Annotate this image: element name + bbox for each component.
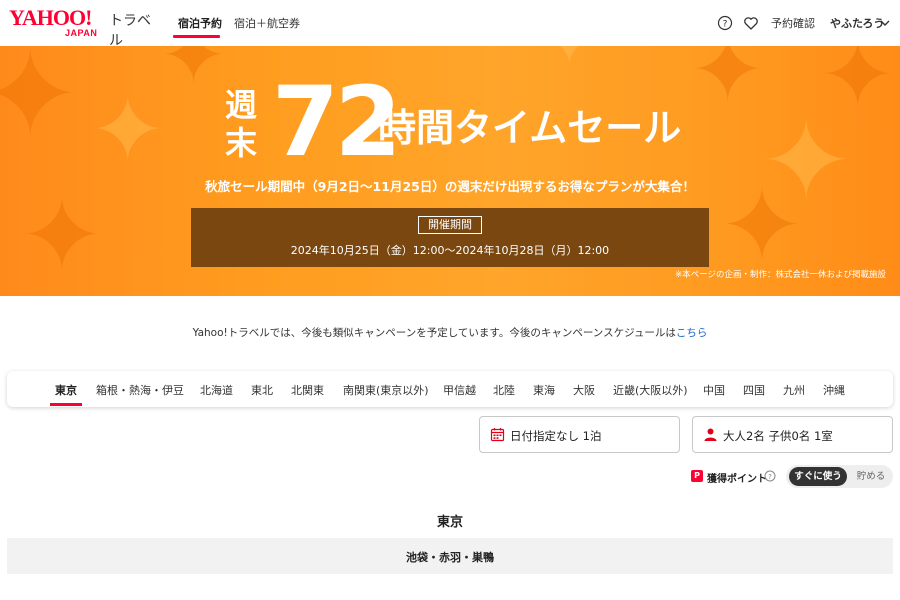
region-tab-tohoku[interactable]: 東北: [251, 382, 273, 398]
section-title: 東京: [436, 515, 463, 530]
svg-text:?: ?: [768, 473, 772, 481]
period-label: 開催期間: [418, 216, 482, 234]
region-tab-bar: 東京 箱根・熱海・伊豆 北海道 東北 北関東 南関東(東京以外) 甲信越 北陸 …: [7, 371, 893, 407]
area-accordion-row[interactable]: 池袋・赤羽・巣鴨: [7, 538, 893, 574]
points-usage-toggle: すぐに使う 貯める: [786, 465, 893, 488]
region-tab-osaka[interactable]: 大阪: [573, 382, 595, 398]
reservation-check-link[interactable]: 予約確認: [771, 15, 815, 31]
calendar-icon: [490, 428, 505, 442]
region-tab-minamikanto[interactable]: 南関東(東京以外): [343, 382, 429, 398]
maple-leaf-icon: ✦: [20, 177, 104, 294]
help-circle-icon[interactable]: ?: [717, 15, 733, 31]
date-select-value: 日付指定なし 1泊: [510, 429, 602, 443]
person-icon: [704, 428, 717, 441]
chevron-down-icon[interactable]: [879, 17, 891, 29]
headline-time-sale: 時間タイムセール: [378, 106, 682, 150]
area-label: 池袋・赤羽・巣鴨: [406, 551, 494, 564]
region-tab-kitakanto[interactable]: 北関東: [291, 382, 324, 398]
banner-note: ※本ページの企画・制作：株式会社一休および掲載施設: [675, 270, 886, 280]
user-name-menu[interactable]: やふたろう: [830, 15, 884, 31]
region-tab-tokai[interactable]: 東海: [533, 382, 555, 398]
logo-japan-text: JAPAN: [65, 28, 98, 38]
logo-yahoo-text: YAHOO!: [9, 5, 92, 30]
region-tab-hokkaido[interactable]: 北海道: [200, 382, 233, 398]
region-tab-chugoku[interactable]: 中国: [703, 382, 725, 398]
date-select-field[interactable]: 日付指定なし 1泊: [479, 416, 680, 453]
region-tab-kyushu[interactable]: 九州: [783, 382, 805, 398]
banner-subline: 秋旅セール期間中（9月2日〜11月25日）の週末だけ出現するお得なプランが大集合…: [205, 179, 695, 194]
region-tab-kinki[interactable]: 近畿(大阪以外): [613, 382, 688, 398]
heart-icon[interactable]: [743, 15, 759, 31]
points-save-option[interactable]: 貯める: [852, 467, 890, 486]
points-label: 獲得ポイント: [707, 474, 767, 485]
region-tab-hakone[interactable]: 箱根・熱海・伊豆: [96, 382, 184, 398]
time-sale-banner: ✦ ✦ ✦ ✦ ✦ ✦ ✦ ✦ ✦ 週 末 72 時間タイムセール 秋旅セール期…: [0, 46, 900, 296]
headline-weekend-2: 末: [225, 124, 258, 162]
guests-select-value: 大人2名 子供0名 1室: [723, 429, 833, 443]
tab-hotel-flight[interactable]: 宿泊＋航空券: [234, 15, 300, 31]
period-dates: 2024年10月25日（金）12:00〜2024年10月28日（月）12:00: [290, 244, 610, 257]
logo-service-text: トラベル: [109, 13, 151, 49]
campaign-notice: Yahoo!トラベルでは、今後も類似キャンペーンを予定しています。今後のキャンペ…: [0, 325, 900, 340]
headline-weekend-1: 週: [225, 86, 258, 124]
active-region-indicator: [50, 403, 82, 406]
region-tab-okinawa[interactable]: 沖縄: [823, 382, 845, 398]
region-tab-koshinetsu[interactable]: 甲信越: [443, 382, 476, 398]
points-use-now-option[interactable]: すぐに使う: [789, 467, 847, 486]
schedule-link[interactable]: こちら: [676, 327, 708, 339]
guests-select-field[interactable]: 大人2名 子供0名 1室: [692, 416, 893, 453]
top-header: YAHOO! JAPAN トラベル 宿泊予約 宿泊＋航空券 ? 予約確認 やふた…: [0, 0, 900, 50]
svg-text:?: ?: [723, 20, 728, 30]
tab-hotel-booking[interactable]: 宿泊予約: [178, 15, 222, 31]
region-tab-hokuriku[interactable]: 北陸: [493, 382, 515, 398]
banner-headline: 週 末 72 時間タイムセール: [0, 46, 900, 171]
period-box: 開催期間 2024年10月25日（金）12:00〜2024年10月28日（月）1…: [191, 208, 709, 267]
points-logo-icon: P: [691, 470, 703, 482]
yahoo-travel-logo[interactable]: YAHOO! JAPAN トラベル: [9, 5, 159, 50]
region-tab-tokyo[interactable]: 東京: [55, 382, 77, 398]
active-tab-indicator: [173, 35, 220, 38]
region-tab-shikoku[interactable]: 四国: [743, 382, 765, 398]
notice-text: Yahoo!トラベルでは、今後も類似キャンペーンを予定しています。今後のキャンペ…: [192, 327, 676, 339]
points-help-icon[interactable]: ?: [764, 470, 776, 482]
